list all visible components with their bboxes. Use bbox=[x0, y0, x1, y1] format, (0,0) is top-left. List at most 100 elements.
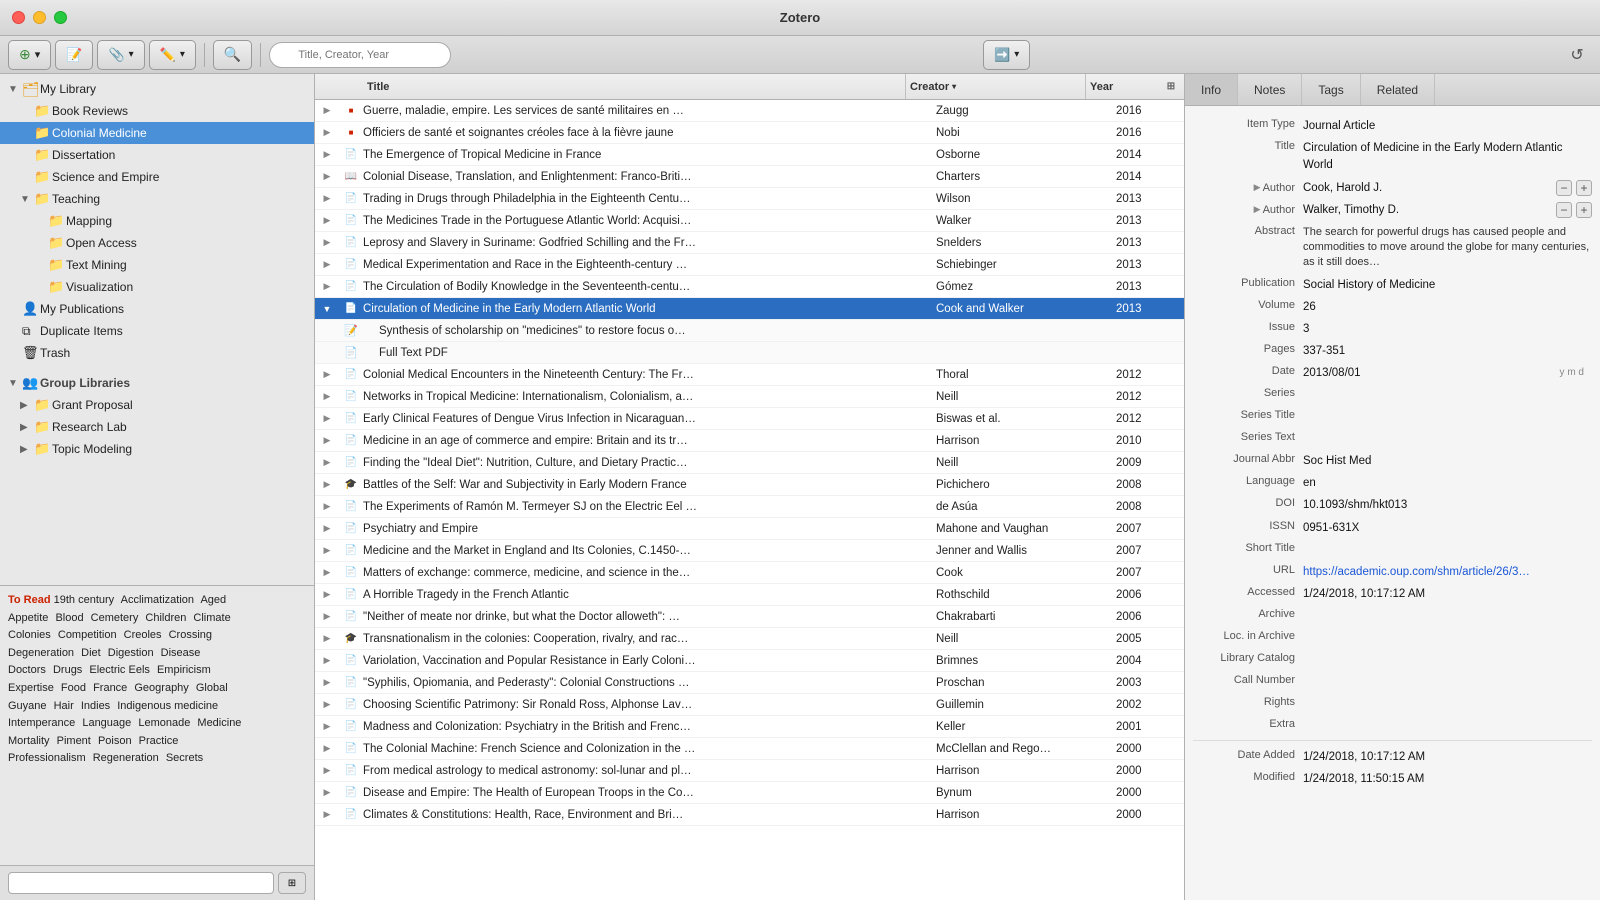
table-row[interactable]: ▶ 🎓 Battles of the Self: War and Subject… bbox=[315, 474, 1184, 496]
sidebar-item-grant-proposal[interactable]: ▶ 📁 Grant Proposal bbox=[0, 394, 314, 416]
table-row[interactable]: ▶ 📄 Climates & Constitutions: Health, Ra… bbox=[315, 804, 1184, 826]
row-expand[interactable]: ▶ bbox=[315, 699, 339, 710]
sidebar-item-group-libraries[interactable]: ▼ 👥 Group Libraries bbox=[0, 372, 314, 394]
author1-name[interactable]: Cook, Harold J. bbox=[1303, 182, 1556, 194]
tag-item[interactable]: Indigenous medicine bbox=[117, 700, 218, 712]
table-row[interactable]: ▶ 📄 Leprosy and Slavery in Suriname: God… bbox=[315, 232, 1184, 254]
sidebar-item-trash[interactable]: 🗑 Trash bbox=[0, 342, 314, 364]
table-row[interactable]: ▶ 📄 Trading in Drugs through Philadelphi… bbox=[315, 188, 1184, 210]
tag-item[interactable]: Hair bbox=[54, 700, 74, 712]
search-button[interactable]: 🔍 bbox=[213, 40, 252, 70]
tag-item[interactable]: Practice bbox=[139, 735, 179, 747]
table-row[interactable]: ▶ ■ Officiers de santé et soignantes cré… bbox=[315, 122, 1184, 144]
tag-item[interactable]: Disease bbox=[161, 647, 201, 659]
row-expand[interactable]: ▶ bbox=[315, 743, 339, 754]
table-row[interactable]: ▶ 📄 A Horrible Tragedy in the French Atl… bbox=[315, 584, 1184, 606]
minimize-button[interactable] bbox=[33, 11, 46, 24]
tag-item[interactable]: 19th century bbox=[54, 594, 115, 606]
col-creator-header[interactable]: Creator ▾ bbox=[906, 74, 1086, 99]
author2-plus[interactable]: + bbox=[1576, 202, 1592, 218]
table-row[interactable]: ▶ 📄 "Syphilis, Opiomania, and Pederasty"… bbox=[315, 672, 1184, 694]
row-expand[interactable]: ▶ bbox=[315, 457, 339, 468]
sidebar-item-my-library[interactable]: ▼ 🗂 My Library bbox=[0, 78, 314, 100]
tag-item[interactable]: Lemonade bbox=[138, 717, 190, 729]
tag-item[interactable]: Guyane bbox=[8, 700, 47, 712]
tag-item[interactable]: Aged bbox=[200, 594, 226, 606]
short-title-value[interactable] bbox=[1303, 540, 1592, 542]
close-button[interactable] bbox=[12, 11, 25, 24]
row-expand[interactable]: ▶ bbox=[315, 105, 339, 116]
loc-in-archive-value[interactable] bbox=[1303, 628, 1592, 630]
tab-related[interactable]: Related bbox=[1361, 74, 1435, 105]
tag-item[interactable]: Language bbox=[82, 717, 131, 729]
tag-item[interactable]: Professionalism bbox=[8, 752, 86, 764]
col-title-header[interactable]: Title bbox=[363, 74, 906, 99]
row-expand[interactable]: ▶ bbox=[315, 787, 339, 798]
maximize-button[interactable] bbox=[54, 11, 67, 24]
tag-item[interactable]: Secrets bbox=[166, 752, 203, 764]
tag-item[interactable]: Appetite bbox=[8, 612, 48, 624]
table-row[interactable]: ▶ 📄 The Emergence of Tropical Medicine i… bbox=[315, 144, 1184, 166]
row-expand[interactable]: ▶ bbox=[315, 765, 339, 776]
row-expand[interactable]: ▶ bbox=[315, 545, 339, 556]
tag-item[interactable]: Blood bbox=[55, 612, 83, 624]
sidebar-item-colonial-medicine[interactable]: 📁 Colonial Medicine bbox=[0, 122, 314, 144]
view-toggle-button[interactable]: ⊞ bbox=[278, 872, 306, 894]
row-expand[interactable]: ▶ bbox=[315, 259, 339, 270]
accessed-value[interactable]: 1/24/2018, 10:17:12 AM bbox=[1303, 584, 1592, 602]
tag-item[interactable]: Crossing bbox=[169, 629, 212, 641]
sidebar-item-open-access[interactable]: 📁 Open Access bbox=[0, 232, 314, 254]
tag-item[interactable]: Electric Eels bbox=[89, 664, 150, 676]
doi-value[interactable]: 10.1093/shm/hkt013 bbox=[1303, 495, 1592, 513]
date-value[interactable]: 2013/08/01 bbox=[1303, 363, 1560, 381]
col-year-header[interactable]: Year bbox=[1086, 74, 1158, 99]
rights-value[interactable] bbox=[1303, 694, 1592, 696]
series-value[interactable] bbox=[1303, 385, 1592, 387]
table-row[interactable]: ▶ 📄 Matters of exchange: commerce, medic… bbox=[315, 562, 1184, 584]
row-expand[interactable]: ▶ bbox=[315, 809, 339, 820]
tag-item[interactable]: Doctors bbox=[8, 664, 46, 676]
tag-item[interactable]: Digestion bbox=[108, 647, 154, 659]
author1-minus[interactable]: − bbox=[1556, 180, 1572, 196]
table-row[interactable]: ▶ 📄 Variolation, Vaccination and Popular… bbox=[315, 650, 1184, 672]
row-expand[interactable]: ▶ bbox=[315, 435, 339, 446]
col-controls[interactable]: ⊞ bbox=[1158, 81, 1184, 92]
tag-item[interactable]: Poison bbox=[98, 735, 132, 747]
tag-item[interactable]: Global bbox=[196, 682, 228, 694]
table-row[interactable]: ▶ 📄 Medicine and the Market in England a… bbox=[315, 540, 1184, 562]
table-row[interactable]: ▶ 📄 "Neither of meate nor drinke, but wh… bbox=[315, 606, 1184, 628]
locate-button[interactable]: ➡️ ▾ bbox=[983, 40, 1030, 70]
tag-item[interactable]: Creoles bbox=[124, 629, 162, 641]
table-row[interactable]: ▶ 📄 The Circulation of Bodily Knowledge … bbox=[315, 276, 1184, 298]
publication-value[interactable]: Social History of Medicine bbox=[1303, 275, 1592, 293]
new-note-button[interactable]: 📝 bbox=[55, 40, 93, 70]
tag-item[interactable]: Medicine bbox=[197, 717, 241, 729]
table-row[interactable]: ▶ 📄 Choosing Scientific Patrimony: Sir R… bbox=[315, 694, 1184, 716]
sidebar-item-text-mining[interactable]: 📁 Text Mining bbox=[0, 254, 314, 276]
row-expand[interactable]: ▶ bbox=[315, 655, 339, 666]
sidebar-item-duplicate-items[interactable]: ⧉ Duplicate Items bbox=[0, 320, 314, 342]
tab-info[interactable]: Info bbox=[1185, 74, 1238, 105]
issue-value[interactable]: 3 bbox=[1303, 319, 1592, 337]
sidebar-item-book-reviews[interactable]: 📁 Book Reviews bbox=[0, 100, 314, 122]
author1-plus[interactable]: + bbox=[1576, 180, 1592, 196]
sidebar-item-mapping[interactable]: 📁 Mapping bbox=[0, 210, 314, 232]
table-row[interactable]: 📄 Full Text PDF bbox=[315, 342, 1184, 364]
url-value[interactable]: https://academic.oup.com/shm/article/26/… bbox=[1303, 562, 1592, 580]
journal-abbr-value[interactable]: Soc Hist Med bbox=[1303, 451, 1592, 469]
sidebar-item-topic-modeling[interactable]: ▶ 📁 Topic Modeling bbox=[0, 438, 314, 460]
tag-item[interactable]: Competition bbox=[58, 629, 117, 641]
refresh-button[interactable]: ↺ bbox=[1562, 40, 1592, 70]
tab-notes[interactable]: Notes bbox=[1238, 74, 1302, 105]
tab-tags[interactable]: Tags bbox=[1302, 74, 1360, 105]
table-row[interactable]: ▶ 📄 Networks in Tropical Medicine: Inter… bbox=[315, 386, 1184, 408]
table-row[interactable]: ▶ 📄 The Medicines Trade in the Portugues… bbox=[315, 210, 1184, 232]
tag-item[interactable]: Degeneration bbox=[8, 647, 74, 659]
tag-item[interactable]: Colonies bbox=[8, 629, 51, 641]
issn-value[interactable]: 0951-631X bbox=[1303, 518, 1592, 536]
row-expand[interactable]: ▶ bbox=[315, 149, 339, 160]
table-row[interactable]: ▶ 📄 Finding the "Ideal Diet": Nutrition,… bbox=[315, 452, 1184, 474]
table-row[interactable]: ▶ 📄 The Colonial Machine: French Science… bbox=[315, 738, 1184, 760]
item-type-value[interactable]: Journal Article bbox=[1303, 116, 1592, 134]
tag-item[interactable]: Empiricism bbox=[157, 664, 211, 676]
